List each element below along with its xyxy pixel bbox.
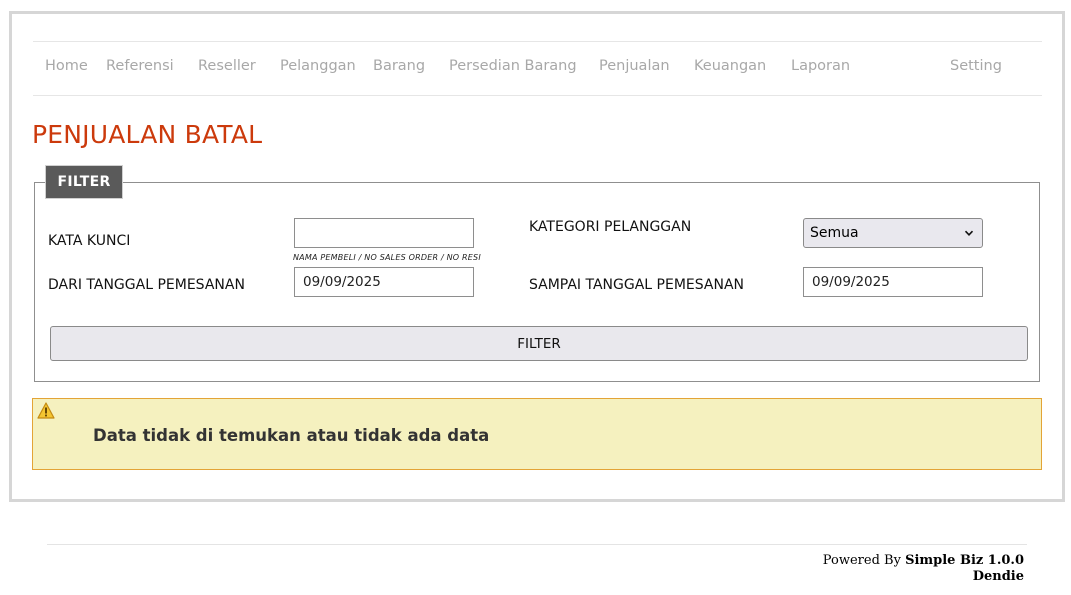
nav-item-reseller[interactable]: Reseller <box>198 58 256 74</box>
nav-item-keuangan[interactable]: Keuangan <box>694 58 766 74</box>
nav-item-persedian-barang[interactable]: Persedian Barang <box>449 58 577 74</box>
nav-item-setting[interactable]: Setting <box>950 58 1002 74</box>
nav-item-referensi[interactable]: Referensi <box>106 58 174 74</box>
alert-message: Data tidak di temukan atau tidak ada dat… <box>93 426 490 445</box>
nav-item-pelanggan[interactable]: Pelanggan <box>280 58 356 74</box>
category-label: KATEGORI PELANGGAN <box>529 219 692 235</box>
no-data-alert: Data tidak di temukan atau tidak ada dat… <box>32 398 1042 470</box>
keyword-input[interactable] <box>294 218 474 248</box>
nav-item-home[interactable]: Home <box>45 58 88 74</box>
chevron-down-icon <box>964 230 974 236</box>
footer-divider <box>47 544 1027 545</box>
from-date-input[interactable]: 09/09/2025 <box>294 267 474 297</box>
to-date-input[interactable]: 09/09/2025 <box>803 267 983 297</box>
nav-item-penjualan[interactable]: Penjualan <box>599 58 670 74</box>
category-selected-value: Semua <box>810 225 859 241</box>
to-date-label: SAMPAI TANGGAL PEMESANAN <box>529 277 745 293</box>
footer: Powered By Simple Biz 1.0.0 Dendie <box>823 553 1024 585</box>
keyword-hint: NAMA PEMBELI / NO SALES ORDER / NO RESI <box>293 253 481 262</box>
footer-product: Simple Biz 1.0.0 <box>905 553 1024 568</box>
page-title: PENJUALAN BATAL <box>32 120 263 149</box>
keyword-label: KATA KUNCI <box>48 233 131 249</box>
category-select[interactable]: Semua <box>803 218 983 248</box>
filter-legend: FILTER <box>45 165 123 199</box>
top-navigation: Home Referensi Reseller Pelanggan Barang… <box>33 41 1042 96</box>
footer-author: Dendie <box>972 569 1024 584</box>
footer-powered-by: Powered By <box>822 553 906 568</box>
warning-icon <box>37 402 55 419</box>
nav-item-laporan[interactable]: Laporan <box>791 58 850 74</box>
nav-item-barang[interactable]: Barang <box>373 58 425 74</box>
from-date-label: DARI TANGGAL PEMESANAN <box>48 277 245 293</box>
filter-button[interactable]: FILTER <box>50 326 1028 361</box>
